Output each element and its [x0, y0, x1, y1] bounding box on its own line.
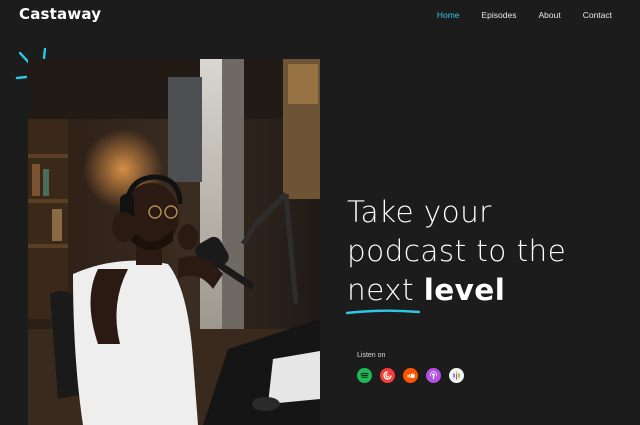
headline-underlined-word: next — [346, 271, 420, 315]
nav-link-home[interactable]: Home — [437, 10, 460, 20]
top-nav: Castaway Home Episodes About Contact — [0, 0, 640, 30]
headline-word-level: level — [423, 273, 506, 307]
headline-line-2: podcast to the — [347, 234, 567, 268]
platform-links — [357, 368, 464, 383]
google-podcasts-icon[interactable] — [449, 368, 464, 383]
pocketcasts-icon[interactable] — [380, 368, 395, 383]
nav-link-contact[interactable]: Contact — [583, 10, 612, 20]
hero-photo — [28, 59, 320, 425]
nav-link-about[interactable]: About — [538, 10, 560, 20]
listen-on-label: Listen on — [357, 352, 386, 359]
nav-menu: Home Episodes About Contact — [437, 10, 612, 20]
underline-swoosh-icon — [346, 309, 420, 315]
headline-word-next: next — [347, 273, 414, 307]
headline-line-1: Take your — [347, 195, 492, 229]
apple-podcasts-icon[interactable] — [426, 368, 441, 383]
hero-headline: Take your podcast to the next level — [346, 193, 632, 315]
spotify-icon[interactable] — [357, 368, 372, 383]
brand-logo[interactable]: Castaway — [19, 5, 101, 23]
nav-link-episodes[interactable]: Episodes — [482, 10, 517, 20]
soundcloud-icon[interactable] — [403, 368, 418, 383]
headline-line-3: next level — [346, 271, 632, 315]
